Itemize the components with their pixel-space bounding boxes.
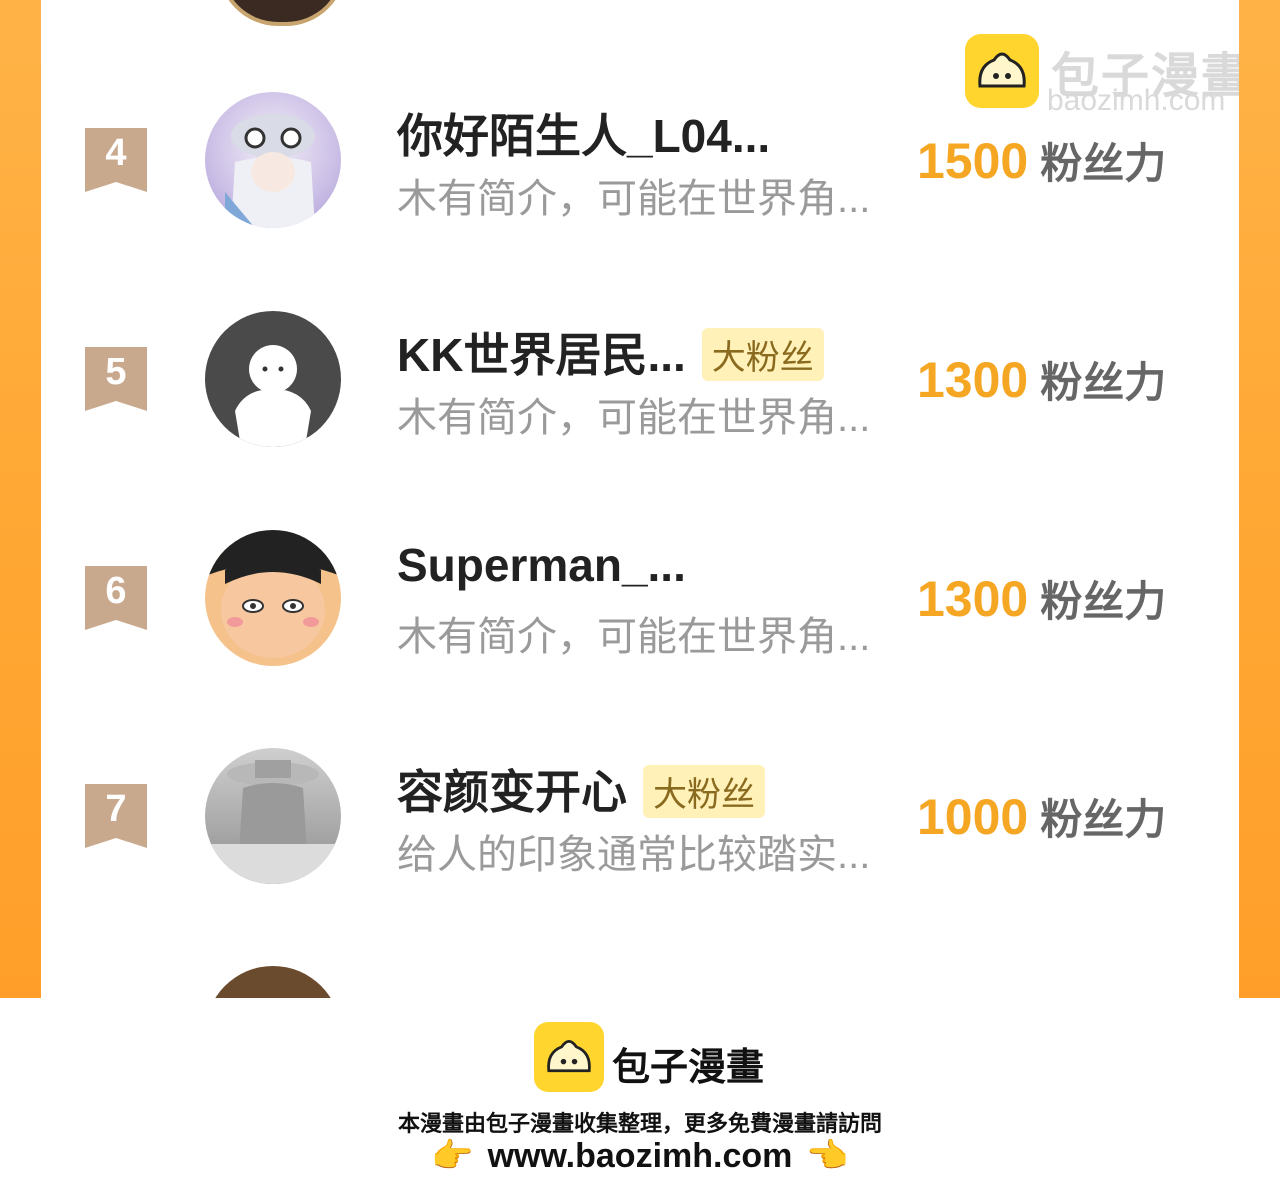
footer-url-row[interactable]: 👉 www.baozimh.com 👈 [0, 1136, 1280, 1176]
score-unit: 粉丝力 [1040, 578, 1167, 625]
rank-ribbon: 7 [85, 784, 147, 848]
rank-number: 5 [105, 351, 127, 393]
rank-ribbon: 6 [85, 566, 147, 630]
rank-ribbon: 4 [85, 128, 147, 192]
score-value: 1300 [917, 352, 1029, 408]
fan-score: 1500 粉丝力 [917, 130, 1166, 191]
footer-notice: 本漫畫由包子漫畫收集整理，更多免費漫畫請訪問 [397, 1111, 882, 1136]
user-name[interactable]: 你好陌生人_L04... [397, 100, 770, 166]
user-name[interactable]: Superman_... [397, 538, 686, 592]
score-value: 1500 [917, 133, 1029, 189]
footer-url-link[interactable]: www.baozimh.com [488, 1137, 793, 1175]
rank-number: 7 [105, 788, 127, 830]
user-name-text: Superman_... [397, 539, 686, 591]
user-name-text: KK世界居民... [397, 329, 686, 381]
ranking-row[interactable]: 6 Superman_... 木有简介，可能在世界角... 1300 粉丝力 [41, 530, 1239, 690]
fan-ranking-panel: 包子漫畫 baozimh.com 4 你好陌生人_L04... 木有简介，可能在… [41, 0, 1239, 998]
rank-number: 4 [105, 132, 127, 174]
user-description: 给人的印象通常比较踏实... [397, 833, 871, 877]
pointing-left-hand-icon: 👈 [806, 1137, 849, 1175]
ranking-row[interactable]: 5 KK世界居民... 大粉丝 木有简介，可能在世界角... 1300 粉丝力 [41, 311, 1239, 471]
score-value: 1000 [917, 789, 1029, 845]
user-avatar[interactable] [205, 92, 341, 228]
fan-score: 1300 粉丝力 [917, 349, 1166, 410]
user-name-text: 容颜变开心 [397, 766, 627, 818]
right-border [1239, 0, 1280, 998]
bun-logo-icon [534, 1022, 604, 1092]
avatar-partial-top [218, 0, 346, 26]
rank-ribbon: 5 [85, 347, 147, 411]
score-unit: 粉丝力 [1040, 796, 1167, 843]
user-name-text: 你好陌生人_L04... [397, 110, 771, 162]
left-border [0, 0, 41, 998]
user-description: 木有简介，可能在世界角... [397, 396, 871, 440]
avatar-partial-bottom [205, 966, 341, 998]
footer-brand: 包子漫畫 [612, 1047, 765, 1089]
big-fan-badge: 大粉丝 [643, 765, 765, 819]
user-description: 木有简介，可能在世界角... [397, 177, 871, 221]
fan-score: 1000 粉丝力 [917, 786, 1166, 847]
pointing-right-hand-icon: 👉 [431, 1137, 474, 1175]
ranking-row[interactable]: 4 你好陌生人_L04... 木有简介，可能在世界角... 1500 粉丝力 [41, 92, 1239, 252]
score-unit: 粉丝力 [1040, 359, 1167, 406]
score-value: 1300 [917, 571, 1029, 627]
user-avatar[interactable] [205, 530, 341, 666]
user-avatar[interactable] [205, 311, 341, 447]
score-unit: 粉丝力 [1040, 140, 1167, 187]
user-description: 木有简介，可能在世界角... [397, 615, 871, 659]
fan-score: 1300 粉丝力 [917, 568, 1166, 629]
user-name[interactable]: KK世界居民... 大粉丝 [397, 319, 824, 385]
user-name[interactable]: 容颜变开心 大粉丝 [397, 756, 765, 822]
ranking-row[interactable]: 7 容颜变开心 大粉丝 给人的印象通常比较踏实... 1000 粉丝力 [41, 748, 1239, 908]
big-fan-badge: 大粉丝 [701, 328, 824, 382]
rank-number: 6 [105, 570, 127, 612]
footer: 包子漫畫 本漫畫由包子漫畫收集整理，更多免費漫畫請訪問 👉 www.baozimh… [0, 998, 1280, 1199]
user-avatar[interactable] [205, 748, 341, 884]
